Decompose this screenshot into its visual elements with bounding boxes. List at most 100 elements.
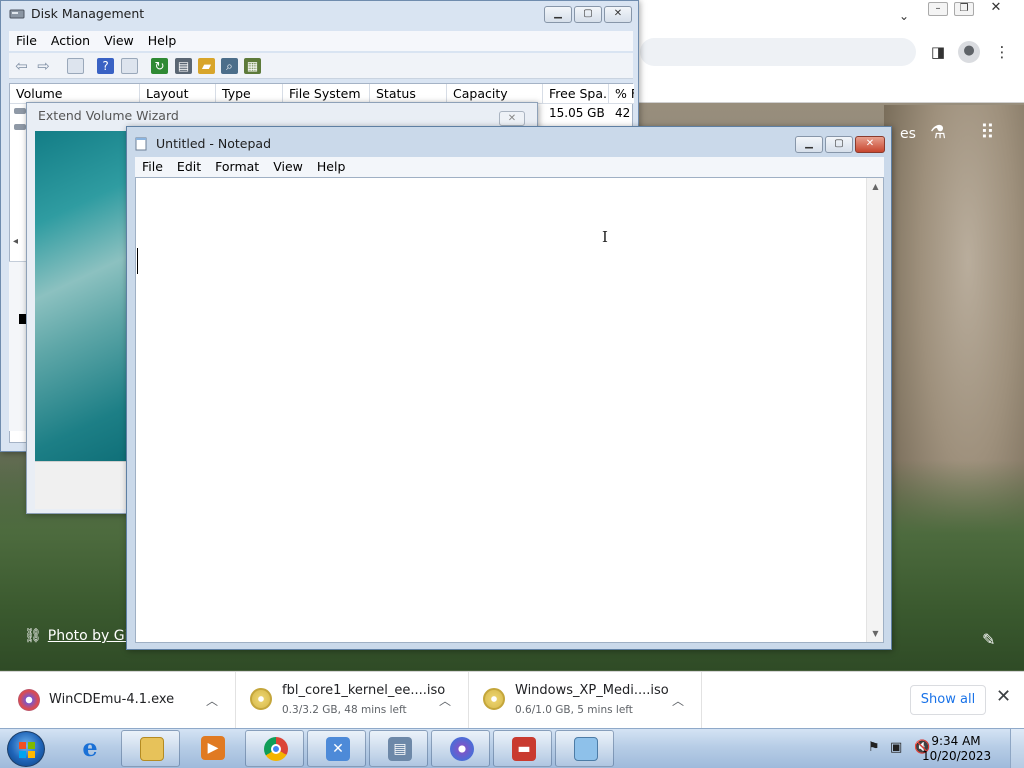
dm-toolbar: ⇦ ⇨ ? ↻ ▤ ▰ ⌕ ▦ [9,53,633,79]
dm-menu-help[interactable]: Help [141,31,184,51]
scroll-down-arrow-icon[interactable]: ▼ [867,625,884,642]
media-player-icon: ▶ [201,736,225,760]
notepad-menu-help[interactable]: Help [310,157,353,177]
forward-arrow-icon[interactable]: ⇨ [35,58,52,74]
dm-column-headers: Volume Layout Type File System Status Ca… [10,84,634,104]
internet-explorer-icon: e [82,733,98,762]
installer-file-icon [18,689,40,711]
notepad-menu-format[interactable]: Format [208,157,266,177]
dm-menu-view[interactable]: View [97,31,141,51]
notepad-titlebar[interactable]: Untitled - Notepad [127,127,891,157]
download-item-2[interactable]: fbl_core1_kernel_ee....iso 0.3/3.2 GB, 4… [236,672,469,728]
wizard-title: Extend Volume Wizard [38,108,179,123]
scroll-up-arrow-icon[interactable]: ▲ [867,178,884,195]
col-status[interactable]: Status [370,84,447,103]
taskbar-media-player[interactable]: ▶ [183,730,242,767]
notepad-menu-view[interactable]: View [266,157,310,177]
refresh-icon[interactable]: ↻ [151,58,168,74]
col-free-space[interactable]: Free Spa... [543,84,609,103]
clock-date: 10/20/2023 [922,749,992,763]
back-arrow-icon[interactable]: ⇦ [13,58,30,74]
col-file-system[interactable]: File System [283,84,370,103]
taskbar-network-app[interactable]: ✕ [307,730,366,767]
show-hide-icon[interactable] [121,58,138,74]
side-panel-icon[interactable]: ◨ [928,42,948,62]
dm-close-button[interactable]: ✕ [604,6,632,23]
chrome-close-button[interactable]: ✕ [986,1,1006,16]
folder-icon [140,737,164,761]
download-2-name: fbl_core1_kernel_ee....iso [282,683,446,698]
help-icon[interactable]: ? [97,58,114,74]
dm-minimize-button[interactable]: ▁ [544,6,572,23]
notepad-icon [135,137,147,151]
notepad-window: Untitled - Notepad ▁ ▢ ✕ File Edit Forma… [126,126,892,650]
download-3-menu-caret-icon[interactable]: ︿ [672,692,684,709]
notepad-text-area[interactable]: I ▲ ▼ [135,177,884,643]
customize-pencil-icon[interactable]: ✎ [982,630,995,649]
taskbar-notepad[interactable] [555,730,614,767]
photo-credit-text: Photo by Giu [47,628,138,644]
col-capacity[interactable]: Capacity [447,84,543,103]
notepad-taskbar-icon [574,737,598,761]
address-bar[interactable] [640,38,916,66]
taskbar-chrome[interactable] [245,730,304,767]
console-tree-icon[interactable] [67,58,84,74]
start-button[interactable] [7,731,45,767]
download-item-1[interactable]: WinCDEmu-4.1.exe ︿ [0,672,236,728]
download-1-menu-caret-icon[interactable]: ︿ [206,692,218,709]
col-type[interactable]: Type [216,84,283,103]
chrome-restore-button[interactable]: ❐ [954,2,974,16]
chrome-menu-icon[interactable]: ⋮ [992,42,1012,62]
ibeam-cursor-icon: I [602,228,608,246]
download-1-name: WinCDEmu-4.1.exe [49,692,175,707]
taskbar-windows-explorer[interactable] [121,730,180,767]
apps-grid-icon[interactable]: ⠿ [980,120,995,144]
wincdemu-icon [450,737,474,761]
chrome-minimize-button[interactable]: – [928,2,948,16]
row1-volume-icon [14,108,26,114]
toolbox-icon: ▬ [512,737,536,761]
notepad-vertical-scrollbar[interactable]: ▲ ▼ [866,178,883,642]
clock-time: 9:34 AM [931,734,981,748]
properties-icon[interactable]: ▤ [175,58,192,74]
chrome-icon [264,737,288,761]
taskbar-disk-management[interactable]: ▤ [369,730,428,767]
col-percent-free[interactable]: % F [609,84,634,103]
scroll-left-arrow-icon[interactable]: ◂ [13,236,18,247]
open-folder-icon[interactable]: ▰ [198,58,215,74]
dm-menu-file[interactable]: File [9,31,44,51]
action-center-flag-icon[interactable]: ⚑ [868,740,880,755]
dm-maximize-button[interactable]: ▢ [574,6,602,23]
row2-volume-icon [14,124,26,130]
find-icon[interactable]: ⌕ [221,58,238,74]
system-clock[interactable]: 9:34 AM 10/20/2023 [922,734,992,764]
photo-credit-link[interactable]: ⛓ Photo by Giu [24,628,137,644]
labs-flask-icon[interactable]: ⚗ [930,122,946,143]
rescan-icon[interactable]: ▦ [244,58,261,74]
show-desktop-button[interactable] [1010,729,1024,768]
network-tray-icon[interactable]: ▣ [890,740,902,755]
profile-avatar-icon[interactable]: ● [958,41,980,63]
tab-search-chevron-icon[interactable]: ⌄ [894,6,914,26]
dm-menu-action[interactable]: Action [44,31,97,51]
col-volume[interactable]: Volume [10,84,140,103]
wizard-close-button[interactable]: ✕ [499,111,525,126]
col-layout[interactable]: Layout [140,84,216,103]
show-all-downloads-button[interactable]: Show all [910,685,986,715]
taskbar-wincdemu[interactable] [431,730,490,767]
notepad-maximize-button[interactable]: ▢ [825,136,853,153]
taskbar-internet-explorer[interactable]: e [60,730,119,767]
download-item-3[interactable]: Windows_XP_Medi....iso 0.6/1.0 GB, 5 min… [469,672,702,728]
download-2-menu-caret-icon[interactable]: ︿ [439,692,451,709]
disk-management-titlebar[interactable]: Disk Management [1,1,638,29]
chrome-tabstrip: ⌄ – ❐ ✕ [620,0,1024,36]
notepad-menu-edit[interactable]: Edit [170,157,208,177]
close-download-bar-icon[interactable]: ✕ [996,686,1011,707]
taskbar: e ▶ ✕ ▤ ▬ ⚑ ▣ 🔇 9:34 AM 10/20/2023 [0,728,1024,768]
notepad-close-button[interactable]: ✕ [855,136,885,153]
row1-free-space: 15.05 GB [549,106,605,120]
ntp-link-fragment[interactable]: es [900,126,916,142]
notepad-minimize-button[interactable]: ▁ [795,136,823,153]
notepad-menu-file[interactable]: File [135,157,170,177]
taskbar-toolbox[interactable]: ▬ [493,730,552,767]
